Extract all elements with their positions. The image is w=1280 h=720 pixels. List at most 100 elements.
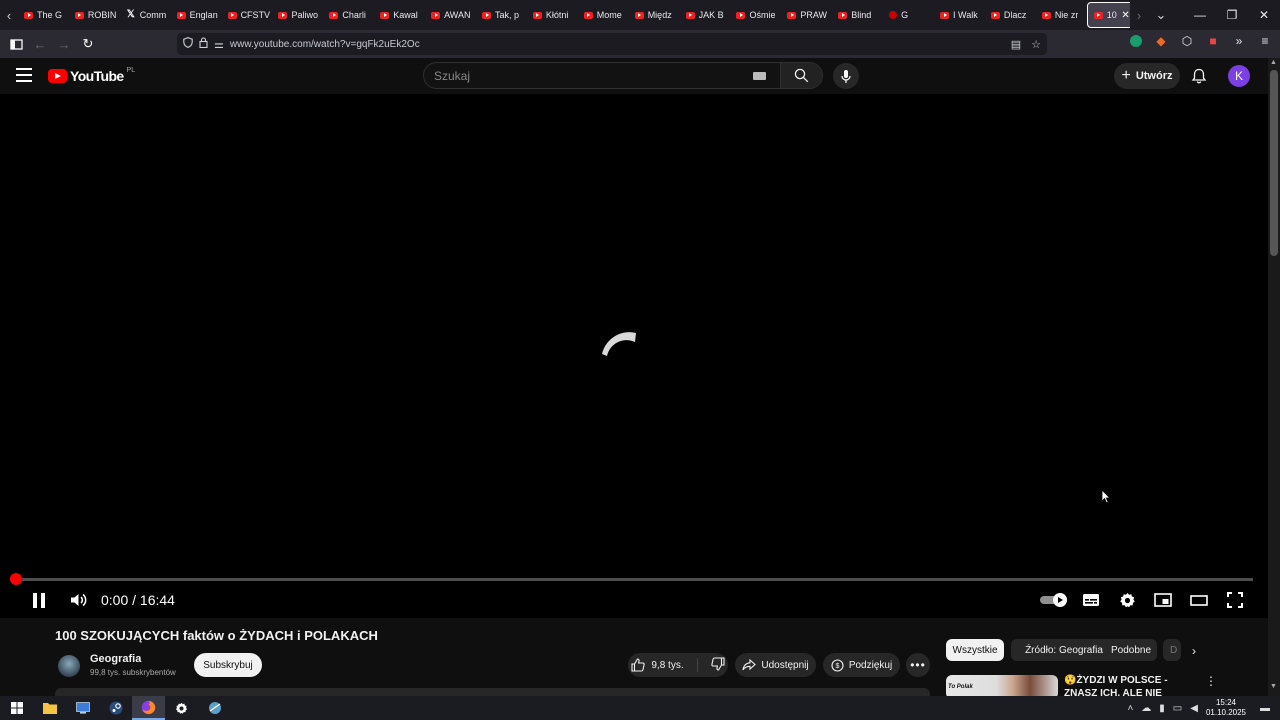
browser-tab[interactable]: The G <box>18 2 69 28</box>
browser-tab[interactable]: Kawal <box>374 2 425 28</box>
youtube-logo[interactable]: YouTube PL <box>48 67 135 84</box>
addon-badge-icon[interactable]: ■ <box>1206 34 1220 48</box>
search-input[interactable] <box>424 68 753 83</box>
app-menu-icon[interactable]: ≡ <box>1258 34 1272 48</box>
overflow-chevron-icon[interactable]: » <box>1232 34 1246 48</box>
browser-tab[interactable]: Kłótni <box>527 2 578 28</box>
sidebar-toggle-icon[interactable] <box>4 32 28 56</box>
filter-chip[interactable]: Podobne <box>1105 639 1157 661</box>
subscribe-button[interactable]: Subskrybuj <box>194 653 262 677</box>
share-button[interactable]: Udostępnij <box>735 653 816 677</box>
settings-gear-icon[interactable] <box>165 696 198 720</box>
browser-tab[interactable]: CFSTV <box>222 2 273 28</box>
browser-tab[interactable]: Paliwo <box>272 2 323 28</box>
tabs-scroll-left-icon[interactable]: ‹ <box>0 0 18 30</box>
theater-mode-button[interactable] <box>1188 589 1210 611</box>
guide-menu-icon[interactable] <box>16 68 32 82</box>
browser-tab[interactable]: Charli <box>323 2 374 28</box>
app-globe-icon[interactable] <box>198 696 231 720</box>
tray-overflow-chevron-icon[interactable]: ˄ <box>1127 703 1133 714</box>
browser-tab[interactable]: 100✕ <box>1086 2 1130 28</box>
browser-tab[interactable]: Ośmie <box>730 2 781 28</box>
like-button[interactable]: 9,8 tys. <box>631 658 684 672</box>
subtitles-button[interactable] <box>1080 589 1102 611</box>
permissions-icon[interactable]: ⚌ <box>214 38 224 51</box>
browser-tab[interactable]: Englan <box>171 2 222 28</box>
network-icon[interactable]: ▭ <box>1173 703 1182 714</box>
volume-button[interactable] <box>68 589 90 611</box>
scrubber-handle[interactable] <box>10 573 22 585</box>
description-box[interactable] <box>55 688 930 696</box>
progress-bar[interactable] <box>10 573 1253 585</box>
account-avatar[interactable]: K <box>1228 65 1250 87</box>
browser-tab[interactable]: Mome <box>578 2 629 28</box>
firefox-extension-icon[interactable]: ◆ <box>1154 34 1168 48</box>
video-player[interactable]: 0:00 / 16:44 <box>0 94 1268 618</box>
minimize-icon[interactable]: — <box>1184 8 1216 22</box>
browser-tab[interactable]: ROBIN <box>69 2 120 28</box>
tabs-list-all-icon[interactable]: ⌄ <box>1148 0 1174 30</box>
extensions-puzzle-icon[interactable]: ⬡ <box>1180 34 1194 48</box>
reader-view-icon[interactable]: ▤ <box>1011 38 1021 51</box>
page-scrollbar[interactable]: ▲ ▼ <box>1268 58 1280 696</box>
browser-tab[interactable]: Nie zr <box>1036 2 1087 28</box>
thanks-button[interactable]: $ Podziękuj <box>823 653 900 677</box>
vpn-extension-icon[interactable] <box>1130 35 1142 47</box>
tab-close-icon[interactable]: ✕ <box>1121 10 1129 21</box>
address-bar[interactable]: ⚌ www.youtube.com/watch?v=gqFk2uEk2Oc ▤ … <box>177 33 1047 55</box>
window-close-icon[interactable]: ✕ <box>1248 8 1280 22</box>
miniplayer-button[interactable] <box>1152 589 1174 611</box>
recommended-video-title[interactable]: 😲ŻYDZI W POLSCE - ZNASZ ICH, ALE NIE WIE… <box>1064 674 1194 696</box>
notification-center-icon[interactable]: ▬ <box>1260 703 1270 714</box>
bookmark-star-icon[interactable]: ☆ <box>1031 38 1041 51</box>
browser-tab[interactable]: Dlacz <box>985 2 1036 28</box>
scroll-down-icon[interactable]: ▼ <box>1270 683 1277 690</box>
pause-button[interactable] <box>28 589 50 611</box>
recommended-video-thumbnail[interactable]: To Polak <box>946 675 1058 696</box>
filter-chip[interactable]: Źródło: Geografia <box>1011 639 1117 661</box>
keyboard-icon[interactable] <box>753 71 766 80</box>
filter-chip[interactable]: D <box>1163 639 1181 661</box>
forward-icon[interactable]: → <box>52 32 76 56</box>
browser-tab[interactable]: PRAW <box>781 2 832 28</box>
restore-icon[interactable]: ❐ <box>1216 8 1248 22</box>
chips-next-chevron-icon[interactable]: › <box>1192 644 1196 658</box>
browser-tab[interactable]: Międz <box>629 2 680 28</box>
browser-tab[interactable]: Blind <box>832 2 883 28</box>
onedrive-cloud-icon[interactable]: ☁ <box>1141 703 1151 714</box>
back-icon[interactable]: ← <box>28 32 52 56</box>
create-button[interactable]: + Utwórz <box>1114 63 1180 89</box>
fullscreen-button[interactable] <box>1224 589 1246 611</box>
settings-button[interactable] <box>1116 589 1138 611</box>
channel-avatar[interactable] <box>58 655 80 677</box>
start-windows-icon[interactable] <box>0 696 33 720</box>
search-button[interactable] <box>780 63 822 88</box>
notifications-bell-icon[interactable] <box>1190 67 1208 85</box>
recommended-more-vertical-icon[interactable]: ⋮ <box>1205 674 1217 688</box>
lock-icon[interactable] <box>199 37 208 51</box>
speaker-icon[interactable]: ◀ <box>1190 703 1198 714</box>
steam-icon[interactable] <box>99 696 132 720</box>
url-text[interactable]: www.youtube.com/watch?v=gqFk2uEk2Oc <box>230 39 420 50</box>
scrollbar-thumb[interactable] <box>1270 70 1278 256</box>
browser-tab[interactable]: JAK B <box>680 2 731 28</box>
dislike-button[interactable] <box>710 656 725 674</box>
remote-desktop-icon[interactable] <box>66 696 99 720</box>
tracking-shield-icon[interactable] <box>183 37 193 51</box>
autoplay-toggle[interactable] <box>1040 593 1070 607</box>
reload-icon[interactable]: ↻ <box>76 32 100 56</box>
browser-tab[interactable]: G <box>883 2 934 28</box>
browser-tab[interactable]: Tak, p <box>476 2 527 28</box>
browser-tab[interactable]: 𝕏 Comm <box>120 2 171 28</box>
filter-chip[interactable]: Wszystkie <box>946 639 1004 661</box>
clock[interactable]: 15:24 01.10.2025 <box>1206 698 1246 718</box>
tray-microphone-icon[interactable]: ▮ <box>1159 703 1165 714</box>
channel-name[interactable]: Geografia <box>90 653 141 665</box>
file-explorer-icon[interactable] <box>33 696 66 720</box>
firefox-icon[interactable] <box>132 696 165 720</box>
tabs-scroll-right-icon[interactable]: › <box>1130 0 1148 30</box>
voice-search-button[interactable] <box>833 63 859 89</box>
more-actions-button[interactable]: ••• <box>906 653 930 677</box>
scroll-up-icon[interactable]: ▲ <box>1270 59 1277 66</box>
browser-tab[interactable]: AWAN <box>425 2 476 28</box>
